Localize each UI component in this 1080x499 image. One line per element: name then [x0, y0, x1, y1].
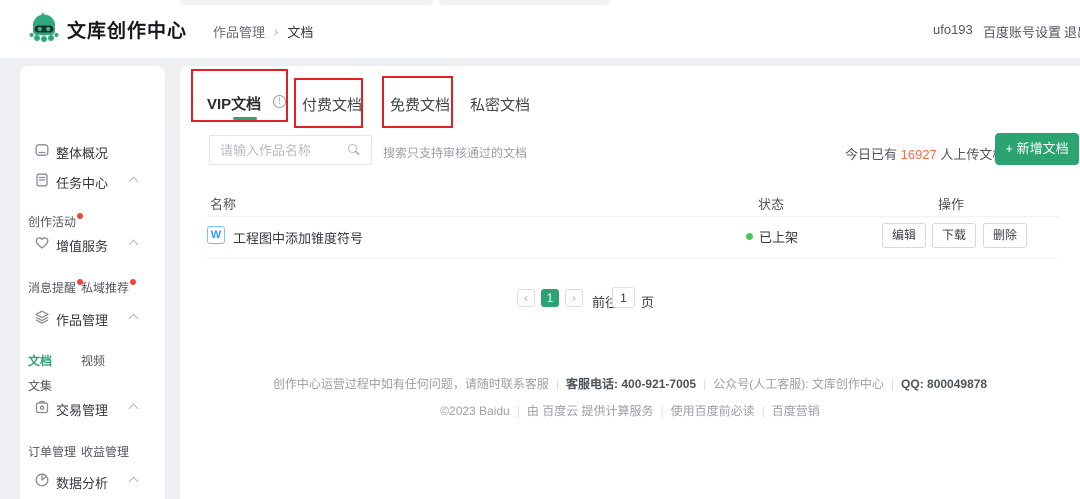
sidebar-item-label: 作品管理: [56, 310, 108, 329]
sidebar-item-label: 整体概况: [56, 143, 108, 162]
pagination-goto-input[interactable]: [612, 287, 635, 308]
table-row-divider: [207, 258, 1060, 259]
doc-type-badge: W: [207, 226, 225, 244]
footer-phone: 客服电话: 400-921-7005: [566, 377, 696, 391]
logo-title: 文库创作中心: [67, 16, 187, 43]
upload-stat: 今日已有 16927 人上传文档: [845, 144, 1005, 163]
sidebar-item-private-recommend[interactable]: 私域推荐: [81, 279, 136, 296]
username-link[interactable]: ufo193: [933, 22, 973, 37]
sidebar-item-docs[interactable]: 文档: [28, 352, 52, 369]
pagination-goto-unit: 页: [641, 292, 654, 311]
footer-cloud: 由 百度云 提供计算服务: [527, 404, 654, 418]
footer-divider: |: [703, 377, 706, 391]
upload-stat-count: 16927: [901, 147, 937, 162]
sidebar-item-creation-activity[interactable]: 创作活动: [28, 213, 83, 230]
footer-support-line: 创作中心运营过程中如有任何问题，请随时联系客服 | 客服电话: 400-921-70…: [180, 375, 1080, 392]
top-overlay-bar-left: [180, 0, 433, 5]
footer-divider: |: [891, 377, 894, 391]
status-dot: [746, 233, 753, 240]
footer-divider: |: [762, 404, 765, 418]
main-content: VIP文档 ! 付费文档 免费文档 私密文档 搜索只支持审核通过的文档 今日已有…: [180, 66, 1080, 499]
octopus-mascot-icon: [28, 11, 60, 47]
footer-copyright-line: ©2023 Baidu | 由 百度云 提供计算服务 | 使用百度前必读 | 百度营销: [180, 402, 1080, 419]
pagination-prev-button[interactable]: ‹: [517, 289, 535, 307]
footer-marketing-link[interactable]: 百度营销: [772, 404, 820, 418]
overview-icon: [34, 142, 50, 158]
sidebar-item-msg-reminder[interactable]: 消息提醒: [28, 279, 83, 296]
chevron-up-icon: [129, 477, 139, 487]
edit-button[interactable]: 编辑: [882, 223, 926, 248]
sidebar-sub-label: 私域推荐: [81, 281, 129, 295]
app-logo[interactable]: 文库创作中心: [28, 11, 187, 47]
layers-icon: [34, 309, 50, 325]
account-settings-link[interactable]: 百度账号设置: [983, 22, 1061, 41]
delete-button[interactable]: 删除: [983, 223, 1027, 248]
footer-copyright: ©2023 Baidu: [440, 404, 510, 418]
annotation-box-vip-tab: [191, 69, 288, 122]
table-header-divider: [207, 216, 1060, 217]
top-header: 文库创作中心 作品管理 › 文档 ufo193 百度账号设置 退出: [0, 0, 1080, 58]
search-icon[interactable]: [348, 144, 357, 153]
notification-dot: [77, 213, 83, 219]
sidebar-sub-label: 创作活动: [28, 215, 76, 229]
pagination-next-button[interactable]: ›: [565, 289, 583, 307]
doc-title: 工程图中添加锥度符号: [233, 228, 363, 247]
sidebar-item-earnings[interactable]: 收益管理: [81, 443, 129, 460]
column-header-status: 状态: [758, 194, 784, 213]
tab-private-docs[interactable]: 私密文档: [470, 94, 530, 115]
new-doc-button[interactable]: + 新增文档: [995, 133, 1079, 165]
sidebar-item-label: 增值服务: [56, 236, 108, 255]
sidebar-sub-label: 消息提醒: [28, 281, 76, 295]
status-text: 已上架: [759, 227, 798, 246]
sidebar-item-orders[interactable]: 订单管理: [28, 443, 76, 460]
top-overlay-bar-right: [438, 0, 610, 5]
sidebar-item-videos[interactable]: 视频: [81, 352, 105, 369]
footer-support-text: 创作中心运营过程中如有任何问题，请随时联系客服: [273, 377, 549, 391]
pagination-current-page[interactable]: 1: [541, 289, 559, 307]
footer-divider: |: [661, 404, 664, 418]
heart-icon: [34, 235, 50, 251]
search-hint: 搜索只支持审核通过的文档: [383, 144, 527, 161]
upload-stat-prefix: 今日已有: [845, 147, 901, 162]
footer-qq: QQ: 800049878: [901, 377, 987, 391]
footer-wechat: 公众号(人工客服): 文库创作中心: [713, 377, 884, 391]
sidebar: 整体概况 任务中心 创作活动 增值服务 消息提醒 私域推荐: [20, 66, 165, 499]
footer-divider: |: [556, 377, 559, 391]
logout-link[interactable]: 退出: [1064, 22, 1080, 41]
sidebar-item-label: 交易管理: [56, 400, 108, 419]
chevron-up-icon: [129, 177, 139, 187]
chevron-up-icon: [129, 404, 139, 414]
chevron-up-icon: [129, 314, 139, 324]
breadcrumb-separator-icon: ›: [274, 24, 278, 39]
download-button[interactable]: 下载: [932, 223, 976, 248]
sidebar-item-collections[interactable]: 文集: [28, 377, 52, 394]
notification-dot: [130, 279, 136, 285]
wallet-icon: [34, 399, 50, 415]
annotation-box-paid-tab: [294, 78, 363, 128]
column-header-name: 名称: [210, 194, 236, 213]
search-input[interactable]: [220, 136, 345, 164]
sidebar-item-label: 任务中心: [56, 173, 108, 192]
breadcrumb-current: 文档: [287, 22, 313, 41]
task-icon: [34, 172, 50, 188]
sidebar-item-label: 数据分析: [56, 473, 108, 492]
app-root: 文库创作中心 作品管理 › 文档 ufo193 百度账号设置 退出 整体概况 任…: [0, 0, 1080, 499]
column-header-action: 操作: [938, 194, 964, 213]
breadcrumb-section[interactable]: 作品管理: [213, 22, 265, 41]
footer-must-read-link[interactable]: 使用百度前必读: [671, 404, 755, 418]
search-box: [209, 135, 372, 165]
chevron-up-icon: [129, 240, 139, 250]
annotation-box-free-tab: [382, 76, 453, 128]
footer-divider: |: [517, 404, 520, 418]
breadcrumb: 作品管理 › 文档: [213, 22, 313, 41]
pie-chart-icon: [34, 472, 50, 488]
